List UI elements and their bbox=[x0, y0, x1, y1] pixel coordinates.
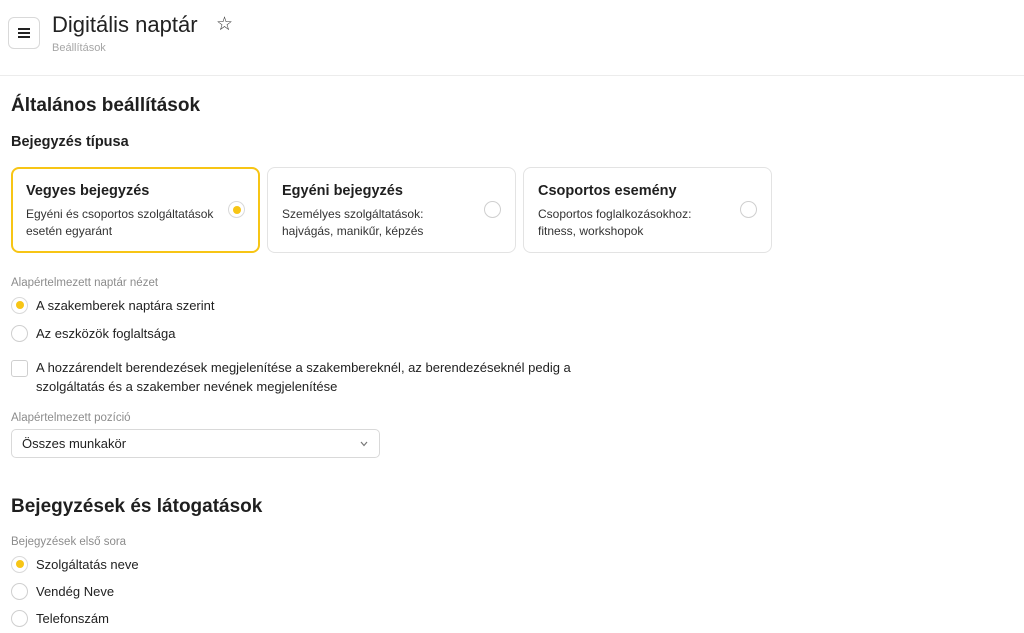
hamburger-icon bbox=[18, 28, 30, 38]
chevron-down-icon bbox=[360, 437, 368, 447]
view-option-equipment[interactable]: Az eszközök foglaltsága bbox=[11, 323, 175, 343]
default-position-label: Alapértelmezett pozíció bbox=[11, 412, 131, 424]
radio-selected[interactable] bbox=[11, 296, 28, 314]
section-heading-general: Általános beállítások bbox=[11, 95, 201, 116]
option-label: Az eszközök foglaltsága bbox=[36, 325, 176, 341]
show-equipment-checkbox-row[interactable]: A hozzárendelt berendezések megjelenítés… bbox=[11, 358, 571, 396]
section-heading-entries: Bejegyzések és látogatások bbox=[11, 496, 263, 517]
card-description: Csoportos foglalkozásokhoz: fitness, wor… bbox=[538, 207, 692, 238]
page-header: Digitális naptár ☆ Beállítások bbox=[0, 0, 1024, 76]
page-title: Digitális naptár bbox=[52, 12, 198, 37]
star-icon[interactable]: ☆ bbox=[216, 14, 233, 36]
radio-selected[interactable] bbox=[11, 555, 28, 573]
option-label: A szakemberek naptára szerint bbox=[36, 297, 215, 313]
default-view-label: Alapértelmezett naptár nézet bbox=[11, 277, 159, 289]
menu-button[interactable] bbox=[8, 17, 40, 49]
option-label: Vendég Neve bbox=[36, 583, 115, 599]
entry-type-card-mixed[interactable]: Vegyes bejegyzés Egyéni és csoportos szo… bbox=[11, 167, 260, 253]
radio[interactable] bbox=[11, 582, 28, 600]
view-option-specialists[interactable]: A szakemberek naptára szerint bbox=[11, 295, 214, 315]
option-label: Szolgáltatás neve bbox=[36, 556, 139, 572]
first-row-option-phone[interactable]: Telefonszám bbox=[11, 608, 109, 628]
checkbox-label: A hozzárendelt berendezések megjelenítés… bbox=[36, 360, 571, 394]
card-description: Személyes szolgáltatások: hajvágás, mani… bbox=[282, 207, 424, 238]
first-row-option-guest[interactable]: Vendég Neve bbox=[11, 581, 114, 601]
radio[interactable] bbox=[11, 609, 28, 627]
default-position-select[interactable]: Összes munkakör bbox=[11, 429, 380, 458]
card-title: Egyéni bejegyzés bbox=[282, 183, 403, 199]
card-title: Csoportos esemény bbox=[538, 183, 677, 199]
entry-type-label: Bejegyzés típusa bbox=[11, 134, 129, 150]
first-row-label: Bejegyzések első sora bbox=[11, 536, 127, 548]
radio[interactable] bbox=[11, 324, 28, 342]
card-radio[interactable] bbox=[740, 201, 757, 218]
card-radio[interactable] bbox=[484, 201, 501, 218]
card-title: Vegyes bejegyzés bbox=[26, 183, 150, 199]
card-description: Egyéni és csoportos szolgáltatások eseté… bbox=[26, 207, 214, 238]
select-value: Összes munkakör bbox=[22, 436, 127, 451]
card-radio-selected[interactable] bbox=[228, 201, 245, 218]
entry-type-card-individual[interactable]: Egyéni bejegyzés Személyes szolgáltatáso… bbox=[267, 167, 516, 253]
first-row-option-service[interactable]: Szolgáltatás neve bbox=[11, 554, 139, 574]
breadcrumb[interactable]: Beállítások bbox=[52, 42, 106, 54]
option-label: Telefonszám bbox=[36, 610, 109, 626]
entry-type-card-group[interactable]: Csoportos esemény Csoportos foglalkozáso… bbox=[523, 167, 772, 253]
show-equipment-checkbox[interactable] bbox=[11, 360, 28, 377]
